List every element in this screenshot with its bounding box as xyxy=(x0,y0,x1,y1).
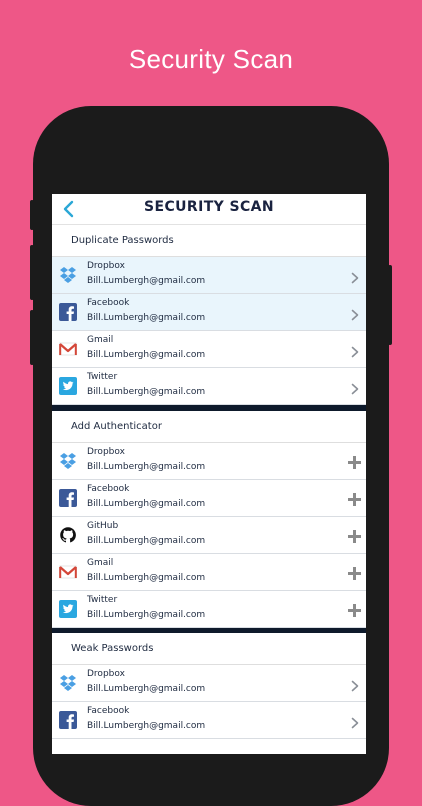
facebook-icon xyxy=(59,489,77,507)
service-name: Twitter xyxy=(87,372,118,382)
plus-icon[interactable] xyxy=(348,491,361,506)
chevron-right-icon xyxy=(351,677,359,692)
service-name: Dropbox xyxy=(87,447,125,457)
service-name: Facebook xyxy=(87,484,130,494)
list-item-gmail[interactable]: Gmail Bill.Lumbergh@gmail.com xyxy=(52,331,366,368)
account-email: Bill.Lumbergh@gmail.com xyxy=(87,499,206,509)
phone-side-button xyxy=(30,310,34,365)
facebook-icon xyxy=(59,711,77,729)
plus-icon[interactable] xyxy=(348,454,361,469)
gmail-icon xyxy=(58,563,78,581)
app-screen: SECURITY SCAN Duplicate Passwords Dropbox… xyxy=(52,194,366,754)
account-email: Bill.Lumbergh@gmail.com xyxy=(87,536,206,546)
service-name: Dropbox xyxy=(87,669,125,679)
account-email: Bill.Lumbergh@gmail.com xyxy=(87,573,206,583)
nav-title: SECURITY SCAN xyxy=(144,199,274,215)
twitter-icon xyxy=(59,600,77,618)
account-email: Bill.Lumbergh@gmail.com xyxy=(87,387,206,397)
plus-icon[interactable] xyxy=(348,528,361,543)
list-item-github[interactable]: GitHub Bill.Lumbergh@gmail.com xyxy=(52,517,366,554)
chevron-right-icon xyxy=(351,269,359,284)
service-name: Facebook xyxy=(87,298,130,308)
list-item-twitter[interactable]: Twitter Bill.Lumbergh@gmail.com xyxy=(52,591,366,628)
service-name: GitHub xyxy=(87,521,119,531)
section-duplicate-passwords: Duplicate Passwords Dropbox Bill.Lumbergh@… xyxy=(52,225,366,414)
headline: Security Scan xyxy=(128,44,294,74)
chevron-right-icon xyxy=(351,343,359,358)
gmail-icon xyxy=(58,340,78,358)
list-item-facebook[interactable]: Facebook Bill.Lumbergh@gmail.com xyxy=(52,702,366,739)
account-email: Bill.Lumbergh@gmail.com xyxy=(87,462,206,472)
section-header: Duplicate Passwords xyxy=(52,225,366,257)
service-name: Gmail xyxy=(87,558,114,568)
account-email: Bill.Lumbergh@gmail.com xyxy=(87,610,206,620)
chevron-right-icon xyxy=(351,714,359,729)
plus-icon[interactable] xyxy=(348,565,361,580)
plus-icon[interactable] xyxy=(348,602,361,617)
account-email: Bill.Lumbergh@gmail.com xyxy=(87,350,206,360)
list-item-facebook[interactable]: Facebook Bill.Lumbergh@gmail.com xyxy=(52,480,366,517)
github-icon xyxy=(59,526,77,544)
nav-bar: SECURITY SCAN xyxy=(52,194,366,225)
phone-side-button xyxy=(30,245,34,300)
chevron-right-icon xyxy=(351,306,359,321)
section-header: Weak Passwords xyxy=(52,633,366,665)
phone-side-button xyxy=(30,200,34,230)
list-item-facebook[interactable]: Facebook Bill.Lumbergh@gmail.com xyxy=(52,294,366,331)
dropbox-icon xyxy=(59,266,77,284)
service-name: Gmail xyxy=(87,335,114,345)
phone-side-button xyxy=(388,265,392,345)
account-email: Bill.Lumbergh@gmail.com xyxy=(87,721,206,731)
service-name: Facebook xyxy=(87,706,130,716)
section-header: Add Authenticator xyxy=(52,411,366,443)
service-name: Twitter xyxy=(87,595,118,605)
list-item-dropbox[interactable]: Dropbox Bill.Lumbergh@gmail.com xyxy=(52,257,366,294)
chevron-right-icon xyxy=(351,380,359,395)
list-item-dropbox[interactable]: Dropbox Bill.Lumbergh@gmail.com xyxy=(52,443,366,480)
account-email: Bill.Lumbergh@gmail.com xyxy=(87,684,206,694)
dropbox-icon xyxy=(59,674,77,692)
section-add-authenticator: Add Authenticator Dropbox Bill.Lumbergh@gm… xyxy=(52,411,366,637)
facebook-icon xyxy=(59,303,77,321)
account-email: Bill.Lumbergh@gmail.com xyxy=(87,276,206,286)
list-item-dropbox[interactable]: Dropbox Bill.Lumbergh@gmail.com xyxy=(52,665,366,702)
service-name: Dropbox xyxy=(87,261,125,271)
twitter-icon xyxy=(59,377,77,395)
dropbox-icon xyxy=(59,452,77,470)
account-email: Bill.Lumbergh@gmail.com xyxy=(87,313,206,323)
section-weak-passwords: Weak Passwords Dropbox Bill.Lumbergh@gmail… xyxy=(52,633,366,739)
list-item-gmail[interactable]: Gmail Bill.Lumbergh@gmail.com xyxy=(52,554,366,591)
list-item-twitter[interactable]: Twitter Bill.Lumbergh@gmail.com xyxy=(52,368,366,405)
